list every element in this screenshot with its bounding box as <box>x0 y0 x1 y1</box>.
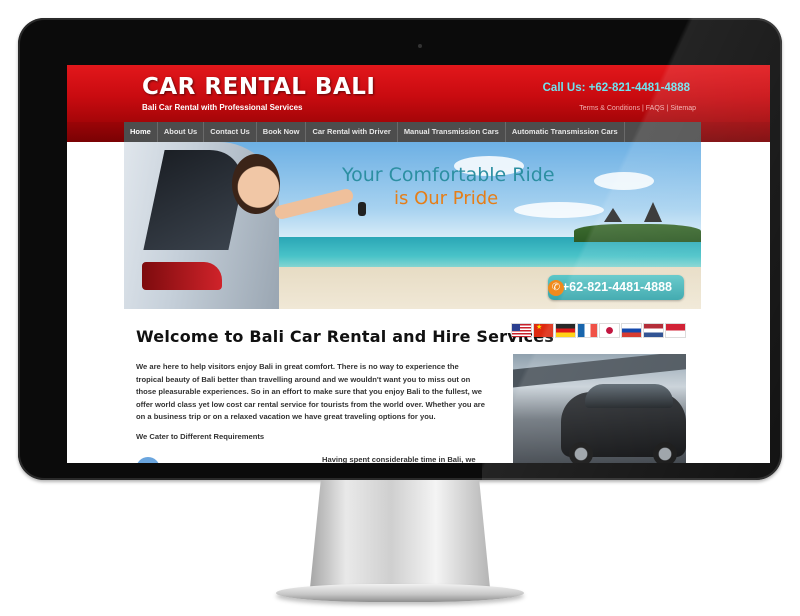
site-header: CAR RENTAL BALI Bali Car Rental with Pro… <box>67 65 770 122</box>
cloud-shape <box>514 202 604 218</box>
phone-icon: ✆ <box>548 280 564 296</box>
intro-paragraph: We are here to help visitors enjoy Bali … <box>136 362 485 422</box>
monitor-frame: CAR RENTAL BALI Bali Car Rental with Pro… <box>18 18 782 480</box>
flag-japan-icon[interactable] <box>600 324 619 337</box>
nav-item-book-now[interactable]: Book Now <box>257 122 307 142</box>
car-key-icon <box>358 202 366 216</box>
hero-slogan-line2: is Our Pride <box>394 188 499 209</box>
monitor-stand <box>310 480 490 588</box>
car-wheel <box>569 442 593 463</box>
hero-slogan-line1: Your Comfortable Ride <box>342 164 555 186</box>
car-window <box>143 150 250 250</box>
welcome-heading: Welcome to Bali Car Rental and Hire Serv… <box>136 327 555 346</box>
flag-netherlands-icon[interactable] <box>644 324 663 337</box>
car-taillight <box>142 262 222 290</box>
flag-russia-icon[interactable] <box>622 324 641 337</box>
temple-silhouette <box>644 202 662 222</box>
call-us-phone[interactable]: Call Us: +62-821-4481-4888 <box>543 82 690 94</box>
website-screen: CAR RENTAL BALI Bali Car Rental with Pro… <box>67 65 770 463</box>
cloud-shape <box>594 172 654 190</box>
flag-germany-icon[interactable] <box>556 324 575 337</box>
nav-item-about-us[interactable]: About Us <box>158 122 205 142</box>
hero-banner: Your Comfortable Ride is Our Pride +62-8… <box>124 142 701 309</box>
nav-item-manual-transmission[interactable]: Manual Transmission Cars <box>398 122 506 142</box>
feature-circle-icon <box>136 457 160 463</box>
site-logo-title[interactable]: CAR RENTAL BALI <box>142 74 375 100</box>
main-nav: Home About Us Contact Us Book Now Car Re… <box>124 122 701 142</box>
nav-item-contact-us[interactable]: Contact Us <box>204 122 257 142</box>
requirements-subheading: We Cater to Different Requirements <box>136 432 265 441</box>
island-trees <box>574 224 701 242</box>
nav-item-home[interactable]: Home <box>124 122 158 142</box>
woman-arm <box>273 187 355 221</box>
teaser-text: Having spent considerable time in Bali, … <box>322 455 476 463</box>
nav-item-car-rental-with-driver[interactable]: Car Rental with Driver <box>306 122 398 142</box>
faqs-link[interactable]: FAQS <box>646 105 665 112</box>
sidebar-car-photo <box>513 354 686 463</box>
main-content: Welcome to Bali Car Rental and Hire Serv… <box>124 309 701 463</box>
monitor-stand-base <box>276 584 524 602</box>
site-tagline: Bali Car Rental with Professional Servic… <box>142 103 303 112</box>
woman-figure <box>232 154 280 214</box>
top-links: Terms & Conditions | FAQS | Sitemap <box>579 105 696 112</box>
language-flags <box>512 323 685 337</box>
temple-silhouette <box>604 208 622 222</box>
camera-icon <box>418 44 422 48</box>
flag-china-icon[interactable] <box>534 323 553 337</box>
car-windshield <box>585 384 673 408</box>
nav-item-automatic-transmission[interactable]: Automatic Transmission Cars <box>506 122 625 142</box>
flag-indonesia-icon[interactable] <box>666 324 685 337</box>
hero-phone-badge[interactable]: +62-821-4481-4888 <box>548 275 684 300</box>
terms-link[interactable]: Terms & Conditions <box>579 105 640 112</box>
car-wheel <box>653 442 677 463</box>
flag-france-icon[interactable] <box>578 324 597 337</box>
flag-us-icon[interactable] <box>512 324 531 337</box>
sitemap-link[interactable]: Sitemap <box>670 105 696 112</box>
